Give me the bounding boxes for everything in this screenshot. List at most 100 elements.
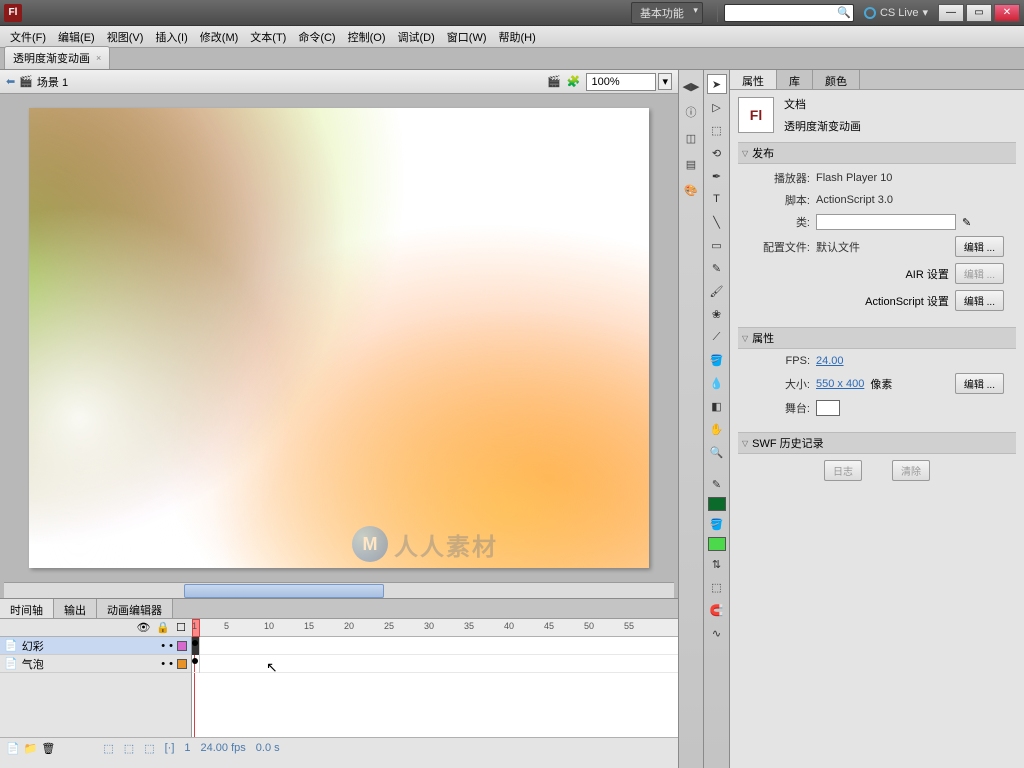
current-frame: 1 [184, 742, 190, 755]
text-tool-icon[interactable]: T [707, 189, 727, 209]
workspace-switcher[interactable]: 基本功能 [631, 2, 703, 24]
align-panel-icon[interactable]: ▤ [681, 154, 701, 174]
horizontal-scrollbar[interactable] [4, 582, 674, 598]
layer-row[interactable]: 📄 幻彩 •• [0, 637, 191, 655]
document-name: 透明度渐变动画 [784, 118, 861, 134]
fill-swatch[interactable] [708, 537, 726, 551]
fps-value[interactable]: 24.00 [816, 355, 844, 367]
menu-commands[interactable]: 命令(C) [292, 26, 341, 48]
brush-tool-icon[interactable]: 🖌 [707, 281, 727, 301]
menu-window[interactable]: 窗口(W) [441, 26, 493, 48]
menu-file[interactable]: 文件(F) [4, 26, 52, 48]
tab-motion-editor[interactable]: 动画编辑器 [97, 599, 173, 618]
lock-icon[interactable]: 🔒 [156, 621, 170, 634]
pencil-icon[interactable]: ✎ [962, 216, 971, 229]
hand-tool-icon[interactable]: ✋ [707, 419, 727, 439]
pen-tool-icon[interactable]: ✒ [707, 166, 727, 186]
outline-icon[interactable]: ☐ [176, 621, 186, 634]
delete-layer-icon[interactable]: 🗑 [41, 742, 55, 755]
onion-outline-icon[interactable]: ⬚ [124, 742, 134, 755]
maximize-button[interactable]: ▭ [966, 4, 992, 22]
cslive-button[interactable]: CS Live ▾ [864, 6, 928, 19]
transform-panel-icon[interactable]: ◫ [681, 128, 701, 148]
section-swf-history[interactable]: ▽SWF 历史记录 [738, 432, 1016, 454]
stroke-color-icon[interactable]: ✎ [707, 474, 727, 494]
edit-size-button[interactable]: 编辑 ... [955, 373, 1004, 394]
menu-control[interactable]: 控制(O) [342, 26, 392, 48]
document-tab[interactable]: 透明度渐变动画 × [4, 46, 110, 69]
menu-help[interactable]: 帮助(H) [493, 26, 542, 48]
timeline-frames[interactable]: ↖ [192, 637, 678, 737]
tab-library[interactable]: 库 [777, 70, 813, 89]
subselection-tool-icon[interactable]: ▷ [707, 97, 727, 117]
close-tab-icon[interactable]: × [96, 53, 101, 63]
canvas-area[interactable]: M人人素材 [0, 94, 678, 582]
menu-insert[interactable]: 插入(I) [149, 26, 193, 48]
deco-tool-icon[interactable]: ❀ [707, 304, 727, 324]
properties-panel: 属性 库 颜色 Fl 文档 透明度渐变动画 ▽发布 播放器:Flash Play… [730, 70, 1024, 768]
close-button[interactable]: ✕ [994, 4, 1020, 22]
tab-color[interactable]: 颜色 [813, 70, 860, 89]
menu-text[interactable]: 文本(T) [244, 26, 292, 48]
center-frame-icon[interactable]: [·] [165, 742, 175, 755]
edit-profile-button[interactable]: 编辑 ... [955, 236, 1004, 257]
eyedropper-icon[interactable]: 💧 [707, 373, 727, 393]
onion-skin-icon[interactable]: ⬚ [103, 742, 113, 755]
document-tab-label: 透明度渐变动画 [13, 50, 90, 66]
layer-color-swatch [177, 659, 187, 669]
search-input[interactable]: 🔍 [724, 4, 854, 22]
fill-color-icon[interactable]: 🪣 [707, 514, 727, 534]
rectangle-tool-icon[interactable]: ▭ [707, 235, 727, 255]
size-value[interactable]: 550 x 400 [816, 378, 864, 390]
pencil-tool-icon[interactable]: ✎ [707, 258, 727, 278]
menu-debug[interactable]: 调试(D) [392, 26, 441, 48]
menu-view[interactable]: 视图(V) [101, 26, 150, 48]
class-input[interactable] [816, 214, 956, 230]
paint-bucket-icon[interactable]: 🪣 [707, 350, 727, 370]
edit-symbols-icon[interactable]: 🧩 [567, 75, 581, 88]
smooth-icon[interactable]: ∿ [707, 623, 727, 643]
edit-scene-icon[interactable]: 🎬 [547, 75, 561, 88]
stage[interactable] [29, 108, 649, 568]
clear-button[interactable]: 清除 [892, 460, 930, 481]
zoom-tool-icon[interactable]: 🔍 [707, 442, 727, 462]
line-tool-icon[interactable]: ╲ [707, 212, 727, 232]
new-folder-icon[interactable]: 📁 [24, 742, 38, 755]
selection-tool-icon[interactable]: ➤ [707, 74, 727, 94]
swap-colors-icon[interactable]: ⇅ [707, 554, 727, 574]
edit-as-button[interactable]: 编辑 ... [955, 290, 1004, 311]
layer-name: 气泡 [22, 656, 158, 672]
fps-label: FPS: [750, 355, 810, 367]
section-publish[interactable]: ▽发布 [738, 142, 1016, 164]
snap-icon[interactable]: ⬚ [707, 577, 727, 597]
tab-properties[interactable]: 属性 [730, 70, 777, 89]
log-button[interactable]: 日志 [824, 460, 862, 481]
free-transform-icon[interactable]: ⬚ [707, 120, 727, 140]
scene-icon: 🎬 [19, 75, 33, 88]
timeline-ruler[interactable]: 1 5 10 15 20 25 30 35 40 45 50 55 [192, 619, 678, 636]
bone-tool-icon[interactable]: ⟋ [707, 327, 727, 347]
lasso-tool-icon[interactable]: ⟲ [707, 143, 727, 163]
tab-timeline[interactable]: 时间轴 [0, 599, 54, 618]
swatches-panel-icon[interactable]: 🎨 [681, 180, 701, 200]
section-properties[interactable]: ▽属性 [738, 327, 1016, 349]
tab-output[interactable]: 输出 [54, 599, 97, 618]
layer-row[interactable]: 📄 气泡 •• [0, 655, 191, 673]
time-display: 0.0 s [256, 742, 280, 755]
magnet-icon[interactable]: 🧲 [707, 600, 727, 620]
edit-multiple-icon[interactable]: ⬚ [144, 742, 154, 755]
expand-panels-icon[interactable]: ◀▶ [681, 76, 701, 96]
stroke-swatch[interactable] [708, 497, 726, 511]
eraser-tool-icon[interactable]: ◧ [707, 396, 727, 416]
menu-modify[interactable]: 修改(M) [194, 26, 245, 48]
minimize-button[interactable]: — [938, 4, 964, 22]
menu-edit[interactable]: 编辑(E) [52, 26, 101, 48]
back-icon[interactable]: ⬅ [6, 75, 15, 88]
new-layer-icon[interactable]: 📄 [6, 742, 20, 755]
edit-air-button[interactable]: 编辑 ... [955, 263, 1004, 284]
info-panel-icon[interactable]: ⓘ [681, 102, 701, 122]
eye-icon[interactable]: 👁 [136, 621, 150, 634]
zoom-input[interactable] [586, 73, 656, 91]
zoom-dropdown-icon[interactable]: ▾ [658, 73, 672, 90]
stage-color-swatch[interactable] [816, 400, 840, 416]
